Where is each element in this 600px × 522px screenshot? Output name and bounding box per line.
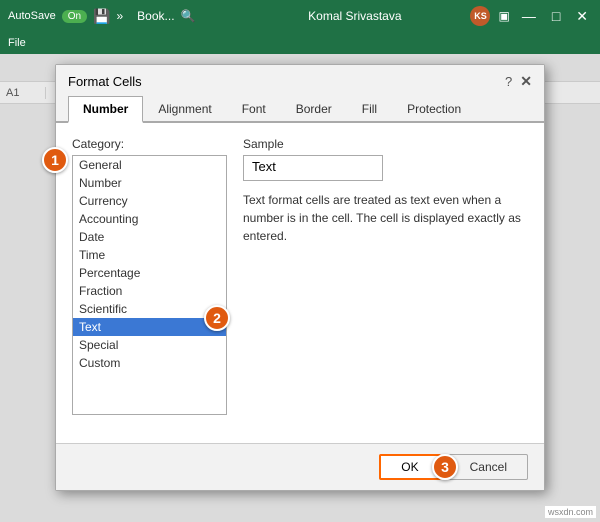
category-panel: Category: General Number Currency Accoun…: [72, 137, 227, 429]
more-icon[interactable]: »: [116, 9, 123, 23]
category-time[interactable]: Time: [73, 246, 226, 264]
dialog-overlay: 1 2 3 Format Cells ? ✕ Number: [0, 54, 600, 522]
dialog-title: Format Cells: [68, 74, 142, 89]
step-3-circle: 3: [432, 454, 458, 480]
title-bar-right: KS ▣ — □ ✕: [470, 6, 592, 27]
category-general[interactable]: General: [73, 156, 226, 174]
autosave-label: AutoSave: [8, 10, 56, 22]
step-1-circle: 1: [42, 147, 68, 173]
workbook-name: Book...: [137, 9, 174, 23]
save-icon[interactable]: 💾: [93, 8, 110, 25]
category-currency[interactable]: Currency: [73, 192, 226, 210]
user-name: Komal Srivastava: [308, 9, 401, 23]
maximize-button[interactable]: □: [548, 6, 564, 26]
cancel-button[interactable]: Cancel: [449, 454, 528, 480]
category-percentage[interactable]: Percentage: [73, 264, 226, 282]
tab-number[interactable]: Number: [68, 96, 143, 123]
tab-fill[interactable]: Fill: [347, 96, 392, 123]
title-bar-left: AutoSave On 💾 » Book... 🔍: [8, 8, 239, 25]
autosave-toggle[interactable]: On: [62, 10, 87, 23]
description-text: Text format cells are treated as text ev…: [243, 191, 528, 245]
dialog-footer: OK Cancel: [56, 443, 544, 490]
dialog-body: Category: General Number Currency Accoun…: [56, 123, 544, 443]
watermark: wsxdn.com: [545, 506, 596, 518]
title-bar: AutoSave On 💾 » Book... 🔍 Komal Srivasta…: [0, 0, 600, 32]
category-date[interactable]: Date: [73, 228, 226, 246]
user-avatar[interactable]: KS: [470, 6, 490, 26]
category-label: Category:: [72, 137, 227, 151]
format-cells-dialog: 1 2 3 Format Cells ? ✕ Number: [55, 64, 545, 491]
category-accounting[interactable]: Accounting: [73, 210, 226, 228]
tab-font[interactable]: Font: [227, 96, 281, 123]
category-fraction[interactable]: Fraction: [73, 282, 226, 300]
menu-item-file[interactable]: File: [8, 37, 26, 49]
category-special[interactable]: Special: [73, 336, 226, 354]
tab-bar: Number Alignment Font Border Fill Protec…: [56, 94, 544, 123]
sample-label: Sample: [243, 137, 528, 151]
category-list[interactable]: General Number Currency Accounting Date …: [72, 155, 227, 415]
dialog-controls: ? ✕: [505, 73, 532, 90]
title-bar-center: Komal Srivastava: [239, 9, 470, 23]
category-custom[interactable]: Custom: [73, 354, 226, 372]
minimize-button[interactable]: —: [518, 6, 540, 26]
dialog-close-button[interactable]: ✕: [520, 73, 532, 90]
step-2-circle: 2: [204, 305, 230, 331]
close-button[interactable]: ✕: [572, 6, 592, 27]
sample-box: Text: [243, 155, 383, 181]
excel-content: A1 1 2 3 Format Cells ? ✕: [0, 54, 600, 522]
ribbon-icon[interactable]: ▣: [498, 9, 509, 23]
dialog-title-bar: Format Cells ? ✕: [56, 65, 544, 94]
tab-border[interactable]: Border: [281, 96, 347, 123]
format-panel: Sample Text Text format cells are treate…: [243, 137, 528, 429]
category-text[interactable]: Text: [73, 318, 226, 336]
tab-alignment[interactable]: Alignment: [143, 96, 226, 123]
category-scientific[interactable]: Scientific: [73, 300, 226, 318]
menu-bar: File: [0, 32, 600, 54]
category-number[interactable]: Number: [73, 174, 226, 192]
search-icon[interactable]: 🔍: [181, 9, 196, 23]
help-button[interactable]: ?: [505, 74, 512, 89]
tab-protection[interactable]: Protection: [392, 96, 476, 123]
